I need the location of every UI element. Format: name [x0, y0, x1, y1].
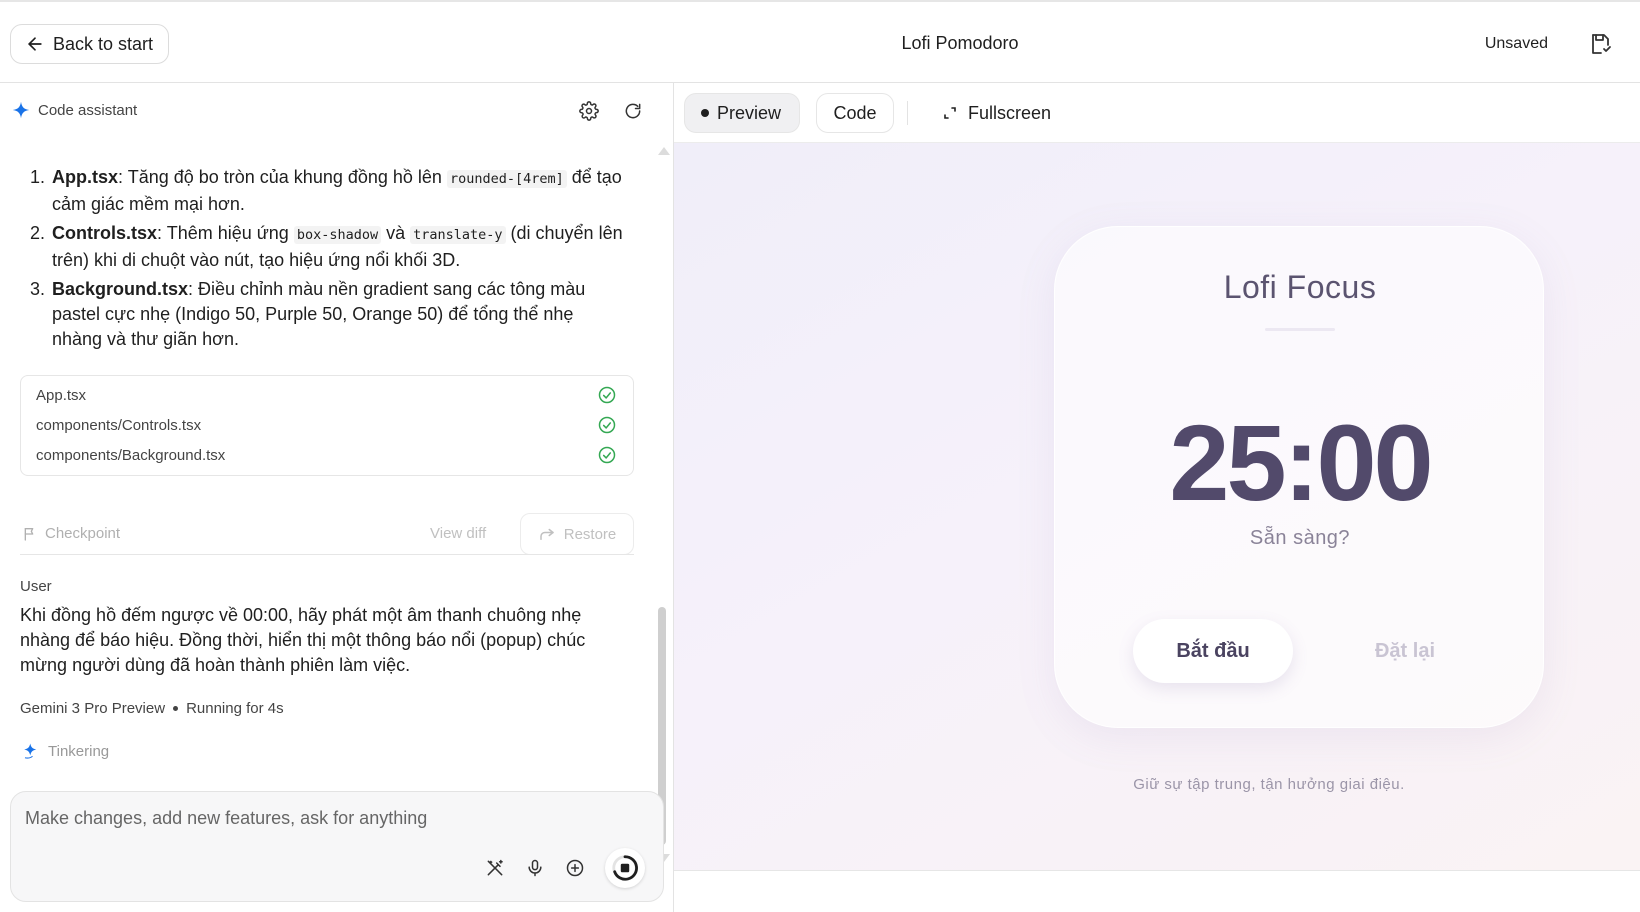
- running-status: Running for 4s: [186, 700, 284, 717]
- chat-scrollbar[interactable]: [656, 147, 670, 862]
- check-circle-icon: [598, 386, 616, 404]
- tab-preview[interactable]: Preview: [684, 93, 800, 133]
- inline-code: translate-y: [410, 226, 506, 244]
- title-underline: [1265, 328, 1335, 331]
- stop-icon: [612, 855, 638, 881]
- toolbar-divider: [907, 101, 908, 125]
- timer-display: 25:00: [1169, 402, 1433, 523]
- arrow-left-icon: [28, 37, 42, 51]
- back-to-start-label: Back to start: [53, 33, 154, 54]
- restore-button[interactable]: Restore: [520, 513, 634, 555]
- inline-code: box-shadow: [293, 226, 382, 244]
- change-item: App.tsx: Tăng độ bo tròn của khung đồng …: [50, 165, 628, 217]
- microphone-icon[interactable]: [525, 858, 545, 878]
- timer-card: Lofi Focus 25:00 Sẵn sàng? Bắt đầu Đặt l…: [1054, 226, 1544, 728]
- active-dot: [701, 109, 709, 117]
- stop-generation-button[interactable]: [605, 848, 645, 888]
- add-circle-icon[interactable]: [565, 858, 585, 878]
- model-name: Gemini 3 Pro Preview: [20, 700, 166, 717]
- view-diff-button[interactable]: View diff: [430, 525, 486, 542]
- checkpoint-label: Checkpoint: [22, 525, 120, 542]
- project-title: Lofi Pomodoro: [901, 33, 1019, 53]
- file-row[interactable]: App.tsx: [21, 380, 633, 410]
- start-button[interactable]: Bắt đầu: [1133, 619, 1293, 683]
- change-item: Background.tsx: Điều chỉnh màu nền gradi…: [50, 277, 628, 352]
- check-circle-icon: [598, 446, 616, 464]
- change-file: Background.tsx: [52, 279, 189, 299]
- fullscreen-button[interactable]: Fullscreen: [942, 93, 1051, 133]
- prompt-input[interactable]: [25, 808, 625, 848]
- gear-icon[interactable]: [579, 101, 599, 121]
- app-title: Lofi Focus: [1223, 269, 1377, 305]
- checkpoint-row: Checkpoint View diff Restore: [20, 513, 634, 555]
- app-footer-text: Giữ sự tập trung, tận hưởng giai điệu.: [1133, 776, 1405, 793]
- restore-icon: [539, 528, 554, 540]
- file-row[interactable]: components/Background.tsx: [21, 440, 633, 470]
- assistant-header: Code assistant: [12, 101, 137, 119]
- top-header: Back to start Lofi Pomodoro Unsaved: [0, 0, 1640, 83]
- change-file: Controls.tsx: [52, 223, 158, 243]
- preview-toolbar: Preview Code Fullscreen: [674, 83, 1640, 143]
- file-row[interactable]: components/Controls.tsx: [21, 410, 633, 440]
- scroll-up-arrow[interactable]: [658, 147, 670, 155]
- tinkering-indicator: Tinkering: [22, 742, 109, 760]
- app-preview-canvas: Lofi Focus 25:00 Sẵn sàng? Bắt đầu Đặt l…: [674, 143, 1640, 871]
- save-icon[interactable]: [1588, 32, 1612, 56]
- change-item: Controls.tsx: Thêm hiệu ứng box-shadow v…: [50, 221, 628, 273]
- preview-panel: Preview Code Fullscreen Lofi Focus 25:00…: [674, 83, 1640, 912]
- changed-files-list: App.tsx components/Controls.tsx componen…: [20, 375, 634, 476]
- sparkle-icon: [24, 743, 37, 759]
- refresh-icon[interactable]: [623, 101, 643, 121]
- save-status: Unsaved: [1484, 35, 1548, 52]
- check-circle-icon: [598, 416, 616, 434]
- assistant-panel: Code assistant App.tsx: Tăng độ bo tròn …: [0, 83, 674, 912]
- model-status: Gemini 3 Pro Preview Running for 4s: [20, 700, 284, 717]
- separator-dot: [173, 706, 179, 711]
- assistant-title: Code assistant: [38, 101, 138, 119]
- sparkle-icon: [12, 101, 30, 119]
- prompt-box: [10, 791, 664, 902]
- change-list: App.tsx: Tăng độ bo tròn của khung đồng …: [28, 165, 628, 356]
- back-to-start-button[interactable]: Back to start: [10, 24, 170, 64]
- file-name: App.tsx: [36, 386, 87, 404]
- inline-code: rounded-[4rem]: [446, 170, 567, 188]
- user-message: Khi đồng hồ đếm ngược về 00:00, hãy phát…: [20, 605, 586, 675]
- user-label: User: [20, 578, 52, 595]
- prompt-actions: [485, 848, 645, 888]
- reset-button[interactable]: Đặt lại: [1325, 619, 1485, 683]
- magic-wand-icon[interactable]: [485, 858, 505, 878]
- expand-icon: [944, 107, 956, 119]
- tab-code[interactable]: Code: [816, 93, 894, 133]
- file-name: components/Background.tsx: [36, 446, 226, 464]
- change-file: App.tsx: [52, 167, 119, 187]
- divider: [20, 554, 634, 555]
- file-name: components/Controls.tsx: [36, 416, 202, 434]
- timer-status: Sẵn sàng?: [1249, 527, 1351, 549]
- assistant-header-actions: [579, 101, 643, 121]
- flag-icon: [24, 527, 34, 541]
